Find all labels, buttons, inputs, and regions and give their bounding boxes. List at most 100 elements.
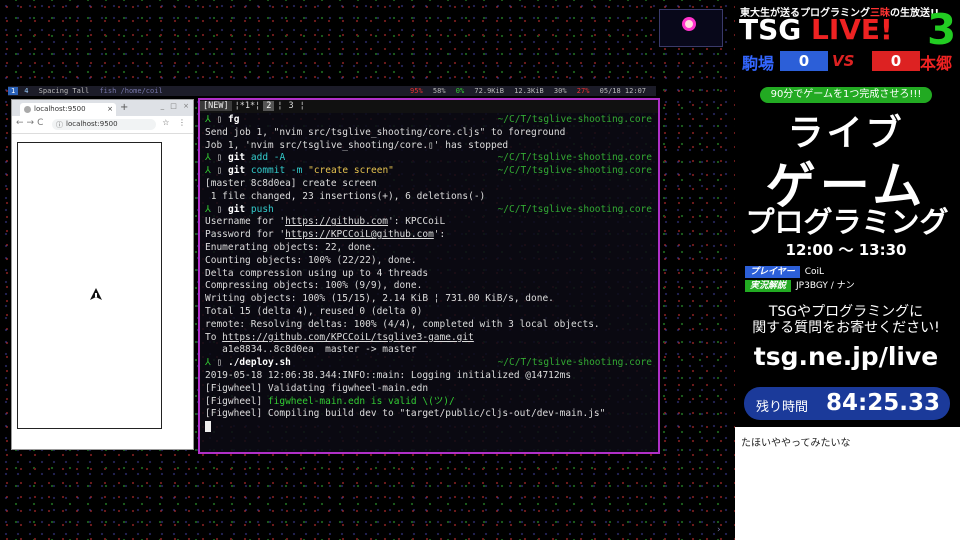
logo-live: LIVE!	[811, 13, 893, 46]
terminal-text: [Figwheel]	[205, 395, 268, 407]
top-status-bar: 14 Spacing Tall fish /home/coil 95% 58% …	[8, 86, 656, 96]
team-left: 駒場	[742, 54, 775, 73]
command-name: git	[227, 165, 246, 177]
terminal-line: To https://github.com/KPCCoiL/tsglive3-g…	[205, 332, 658, 345]
terminal-line: Counting objects: 100% (22/22), done.	[205, 255, 658, 268]
score-right: 0	[872, 51, 920, 71]
terminal-line: ⅄ ▯ ./deploy.sh ~/C/T/tsglive-shooting.co…	[205, 357, 652, 369]
terminal-text: [Figwheel] Compiling build dev to "targe…	[205, 408, 606, 420]
player-ship-icon	[90, 288, 102, 300]
terminal-output: ⅄ ▯ fg ~/C/T/tsglive-shooting.core Send jo…	[200, 113, 658, 434]
terminal-line: [Figwheel] Validating figwheel-main.edn	[205, 383, 658, 396]
terminal-text: Enumerating objects: 22, done.	[205, 241, 377, 253]
focused-window-title: fish /home/coil	[99, 87, 163, 95]
terminal-text: Counting objects: 100% (22/22), done.	[205, 254, 417, 266]
terminal-link: https://github.com/KPCCoiL/tsglive3-game…	[222, 331, 474, 343]
workspace-1[interactable]: 1	[8, 87, 19, 95]
vs-label: VS	[832, 52, 855, 70]
terminal-line: Job 1, 'nvim src/tsglive_shooting/core.▯…	[205, 140, 658, 153]
command-name: git	[227, 203, 246, 215]
terminal-text: 2019-05-18 12:06:38.344:INFO::main: Logg…	[205, 369, 572, 381]
terminal-line: Compressing objects: 100% (9/9), done.	[205, 280, 658, 293]
terminal-text: Total 15 (delta 4), reused 0 (delta 0)	[205, 305, 423, 317]
question-message: TSGやプログラミングに 関する質問をお寄せください!	[740, 304, 952, 336]
site-url: tsg.ne.jp/live	[753, 342, 939, 371]
title-line-3: プログラミング	[745, 205, 949, 239]
toolbar-right-icons[interactable]: ☆ ⋮	[162, 118, 189, 127]
terminal-line: a1e8834..8c8d0ea master -> master	[205, 344, 658, 357]
info-icon: ⓘ	[56, 121, 63, 129]
command-args: add -A	[250, 152, 286, 164]
terminal-link: https://github.com	[285, 216, 389, 228]
remaining-time: 残り時間 84:25.33	[744, 387, 950, 420]
browser-tab-strip: localhost:9500 × + _ □ ×	[12, 100, 193, 116]
terminal-text: a1e8834..8c8d0ea master -> master	[205, 344, 417, 356]
prompt-glyph: ⅄	[205, 114, 211, 125]
new-tab-button[interactable]: +	[120, 102, 128, 113]
terminal-text: [Figwheel] Validating figwheel-main.edn	[205, 382, 429, 394]
terminal-line: 2019-05-18 12:06:38.344:INFO::main: Logg…	[205, 370, 658, 383]
cpu-indicator: 95%	[410, 87, 423, 95]
terminal-cursor	[205, 421, 211, 433]
prompt-path: ~/C/T/tsglive-shooting.core	[497, 114, 652, 125]
terminal-text: Delta compression using up to 4 threads	[205, 267, 429, 279]
terminal-line: ⅄ ▯ fg ~/C/T/tsglive-shooting.core	[205, 114, 652, 125]
terminal-line: [Figwheel] Compiling build dev to "targe…	[205, 408, 658, 421]
terminal-line: Writing objects: 100% (15/15), 2.14 KiB …	[205, 293, 658, 306]
terminal-tab-1[interactable]: ¦*1*¦	[232, 101, 264, 111]
chevron-right-icon: ›	[716, 525, 722, 535]
address-text: localhost:9500	[66, 120, 118, 128]
tab-title: localhost:9500	[34, 105, 86, 113]
message-line: TSGやプログラミングに	[768, 304, 924, 320]
address-bar[interactable]: ⓘ localhost:9500	[52, 119, 156, 130]
terminal-tab-2[interactable]: 2	[263, 101, 275, 111]
terminal-tab-new[interactable]: [NEW]	[200, 101, 232, 111]
prompt-path: ~/C/T/tsglive-shooting.core	[497, 203, 652, 215]
nav-buttons[interactable]: ←→C	[16, 118, 46, 128]
prompt-glyph: ⅄	[205, 152, 211, 164]
team-right: 本郷	[920, 54, 953, 73]
player-name: CoiL	[804, 267, 825, 277]
terminal-line: Password for 'https://KPCCoiL@github.com…	[205, 229, 658, 242]
terminal-line: ⅄ ▯ git push ~/C/T/tsglive-shooting.core	[205, 203, 652, 215]
command-name: git	[227, 152, 246, 164]
prompt-path: ~/C/T/tsglive-shooting.core	[497, 357, 652, 369]
status-indicators: 95% 58% 0% 72.9KiB 12.3KiB 30% 27% 05/18…	[410, 86, 652, 96]
logo-number: 3	[927, 5, 957, 54]
browser-window: localhost:9500 × + _ □ × ←→C ⓘ localhost…	[11, 99, 194, 450]
terminal-text: [master 8c8d0ea] create screen	[205, 177, 377, 189]
volume-indicator: 30%	[553, 87, 567, 95]
mem-indicator: 58%	[432, 87, 446, 95]
terminal-line: [master 8c8d0ea] create screen	[205, 178, 658, 191]
terminal-text: Writing objects: 100% (15/15), 2.14 KiB …	[205, 293, 554, 305]
chat-panel: たほいややってみたいな	[735, 427, 960, 540]
command-args: commit -m	[250, 165, 303, 177]
browser-tab[interactable]: localhost:9500 ×	[20, 103, 116, 116]
terminal-text: Job 1, 'nvim src/tsglive_shooting/core.▯…	[205, 139, 509, 151]
prompt-glyph: ⅄	[205, 203, 211, 215]
command-name: fg	[227, 114, 240, 125]
player-label: プレイヤー	[745, 266, 800, 278]
prompt-path: ~/C/T/tsglive-shooting.core	[497, 165, 652, 177]
clock: 05/18 12:07	[599, 87, 646, 95]
download-rate: 72.9KiB	[474, 87, 504, 95]
challenge-banner: 90分でゲームを1つ完成させろ!!!	[760, 87, 932, 103]
terminal-text: Send job 1, "nvim src/tsglive_shooting/c…	[205, 126, 566, 138]
command-args: push	[250, 203, 274, 215]
scoreboard: 駒場 0 VS 0 本郷	[740, 50, 958, 73]
terminal-text: ':	[433, 229, 446, 241]
terminal-text: To	[205, 331, 223, 343]
tab-close-icon[interactable]: ×	[107, 103, 113, 116]
terminal-tab-3[interactable]: 3	[285, 101, 296, 111]
terminal-window[interactable]: [NEW] ¦*1*¦ 2 ¦ 3 ¦ ⅄ ▯ fg ~/C/T/tsglive-shoot…	[198, 98, 660, 454]
avatar-box	[659, 9, 723, 47]
remaining-time-value: 84:25.33	[826, 390, 940, 416]
battery-indicator: 0%	[455, 87, 465, 95]
terminal-tab-sep: ¦	[277, 101, 283, 111]
commentary-label: 実況解説	[745, 280, 792, 292]
terminal-text: remote: Resolving deltas: 100% (4/4), co…	[205, 318, 600, 330]
game-canvas[interactable]	[17, 142, 162, 429]
workspace-4[interactable]: 4	[24, 87, 28, 95]
window-buttons[interactable]: _ □ ×	[161, 102, 191, 110]
terminal-line: Username for 'https://github.com': KPCCo…	[205, 216, 658, 229]
